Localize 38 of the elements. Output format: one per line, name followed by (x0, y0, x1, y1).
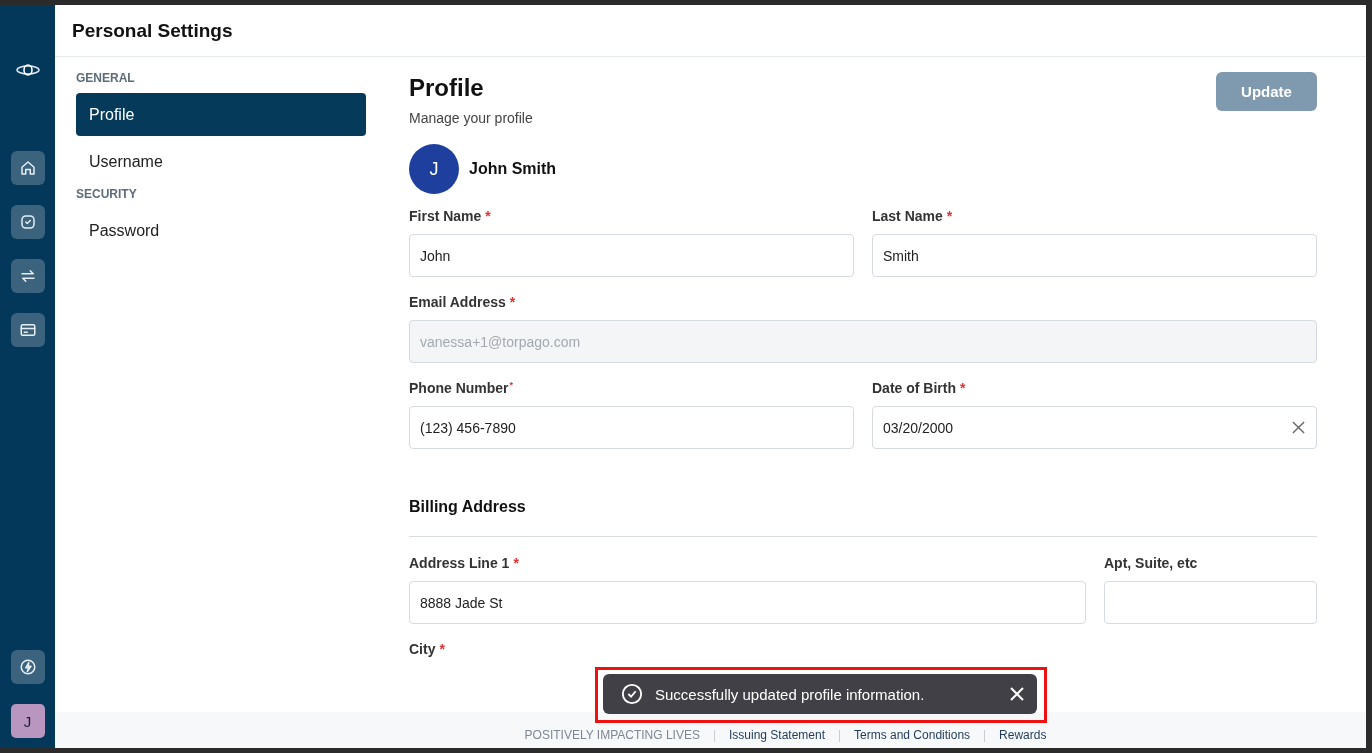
input-field[interactable]: John (409, 234, 854, 277)
field-label: City * (409, 641, 446, 657)
transfer-icon[interactable] (10, 259, 45, 293)
input-field[interactable]: 8888 Jade St (409, 581, 1086, 624)
check-circle-icon (621, 683, 643, 705)
section-title: Billing Address (409, 498, 1317, 537)
field-label: Apt, Suite, etc (1104, 555, 1199, 571)
field-label: Phone Number* (409, 380, 515, 396)
nav-item[interactable]: Username (76, 140, 366, 183)
home-icon[interactable] (10, 151, 45, 185)
nav-item[interactable]: Password (76, 209, 366, 252)
card-icon[interactable] (10, 313, 45, 347)
toast-message: Successfully updated profile information. (655, 685, 926, 703)
user-name: John Smith (469, 160, 557, 178)
field-label: Address Line 1 * (409, 555, 520, 571)
field-label: Date of Birth * (872, 380, 967, 396)
profile-title: Profile (409, 74, 485, 102)
section-heading: GENERAL (76, 71, 136, 85)
footer-link[interactable]: Rewards (999, 728, 1047, 742)
nav-item[interactable]: Profile (76, 93, 366, 136)
avatar: J (409, 144, 459, 194)
profile-subtitle: Manage your profile (409, 110, 533, 126)
field-label: Last Name * (872, 208, 954, 224)
page-title: Personal Settings (72, 19, 233, 42)
footer-link[interactable]: Issuing Statement (728, 728, 825, 742)
input-field[interactable] (1104, 581, 1317, 624)
user-avatar[interactable]: J (10, 704, 45, 738)
input-field[interactable]: Smith (872, 234, 1317, 277)
check-icon[interactable] (10, 205, 45, 239)
close-button[interactable] (1009, 686, 1025, 702)
field-label: First Name * (409, 208, 492, 224)
lightning-icon[interactable] (10, 650, 45, 684)
input-field[interactable]: (123) 456-7890 (409, 406, 854, 449)
clear-icon[interactable] (1292, 421, 1305, 434)
section-heading: SECURITY (76, 187, 138, 201)
field-label: Email Address * (409, 294, 517, 310)
footer-link[interactable]: Terms and Conditions (854, 728, 971, 742)
input-field[interactable]: 03/20/2000 (872, 406, 1317, 449)
